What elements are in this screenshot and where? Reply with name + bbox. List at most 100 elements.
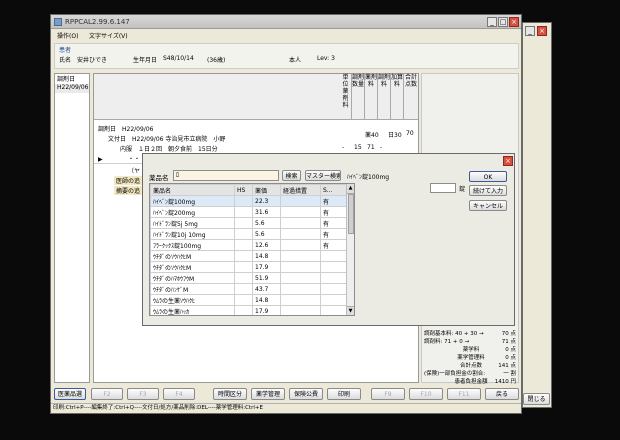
- table-row[interactable]: ｳﾁﾀﾞのﾊﾏﾎｳﾌｳM 51.9: [150, 272, 347, 284]
- table-cell: ﾊｲﾄﾞﾗﾝ錠10j 10mg: [150, 228, 235, 240]
- quantity-input[interactable]: [430, 183, 456, 193]
- time-category-button[interactable]: 時間区分: [213, 388, 247, 400]
- menu-operation[interactable]: 操作(O): [57, 31, 78, 40]
- background-minimize-icon[interactable]: _: [525, 26, 535, 36]
- table-cell: [280, 305, 321, 315]
- maximize-icon[interactable]: □: [498, 17, 508, 27]
- menu-font-size[interactable]: 文字サイズ(V): [89, 31, 128, 40]
- master-search-button[interactable]: マスター検索: [305, 170, 341, 181]
- table-cell: 14.8: [252, 294, 281, 306]
- close-icon[interactable]: ×: [509, 17, 519, 27]
- patient-level: Lev: 3: [317, 55, 335, 62]
- f3-button[interactable]: F3: [127, 388, 159, 400]
- table-cell: [280, 239, 321, 251]
- scroll-down-icon[interactable]: ▼: [347, 306, 354, 315]
- patient-age: (36歳): [207, 57, 226, 64]
- table-cell: [234, 239, 253, 251]
- drug-table: 薬品名 HS 薬価 経過措置 S... ﾊｲﾍﾞﾝ錠100mg 22.3 有ﾊｲﾍﾞ…: [150, 184, 347, 315]
- scroll-thumb[interactable]: [348, 194, 354, 234]
- summary-row: 患者負担金額 1410 円: [454, 379, 516, 385]
- table-row[interactable]: ｳﾑﾗの生薬ﾊｯｶ 17.9: [150, 305, 347, 315]
- table-row[interactable]: ｳﾁﾀﾞのｿｳﾊｸﾋM 17.9: [150, 261, 347, 273]
- summary-row: 調剤料: 71 + 0 → 71 点: [424, 339, 516, 345]
- table-cell: [280, 250, 321, 262]
- header-hs[interactable]: HS: [234, 184, 253, 196]
- pharma-management-button[interactable]: 薬学管理: [251, 388, 285, 400]
- header-transition[interactable]: 経過措置: [280, 184, 321, 196]
- results-scrollbar[interactable]: ▲ ▼: [346, 184, 354, 315]
- table-cell: ｳﾁﾀﾞのﾊﾝｹﾞM: [150, 283, 235, 295]
- col-dispense-qty: 調剤数量: [352, 74, 365, 120]
- table-cell: ｳﾁﾀﾞのｿｳﾊｸﾋM: [150, 250, 235, 262]
- scroll-up-icon[interactable]: ▲: [347, 184, 354, 194]
- drug-results-table[interactable]: 薬品名 HS 薬価 経過措置 S... ﾊｲﾍﾞﾝ錠100mg 22.3 有ﾊｲﾍﾞ…: [149, 183, 355, 316]
- table-cell: 22.3: [252, 195, 281, 207]
- table-row[interactable]: ﾊｲﾄﾞﾗﾝ錠10j 10mg 5.6 有: [150, 228, 347, 240]
- summary-row: 薬学管理料 0 点: [457, 355, 516, 361]
- search-button[interactable]: 検索: [282, 170, 301, 181]
- summary-note-tag[interactable]: 摘要の追: [114, 186, 143, 195]
- table-row[interactable]: ｳﾁﾀﾞのｿｳﾊｸﾋM 14.8: [150, 250, 347, 262]
- table-row[interactable]: ｳﾁﾀﾞのﾊﾝｹﾞM 43.7: [150, 283, 347, 295]
- summary-block: 調剤基本料: 40 + 30 → 70 点 調剤料: 71 + 0 → 71 点 薬…: [422, 329, 518, 385]
- header-s[interactable]: S...: [320, 184, 347, 196]
- ok-button[interactable]: OK: [469, 171, 507, 182]
- table-cell: [320, 294, 347, 306]
- table-cell: ｳﾑﾗの生薬ｿｳﾊｸﾋ: [150, 294, 235, 306]
- minimize-icon[interactable]: _: [487, 17, 497, 27]
- date-list-header: 調剤日: [57, 76, 76, 83]
- dialog-close-icon[interactable]: ×: [503, 156, 513, 166]
- doctor-note-tag[interactable]: 医師の追: [114, 176, 143, 185]
- function-button-bar: 医薬品選 F2 F3 F4 時間区分 薬学管理 保険公費 印刷 F9 F10 F…: [51, 387, 521, 401]
- table-row[interactable]: ﾌﾗｰｸｯｸｽ錠100mg 12.6 有: [150, 239, 347, 251]
- patient-section-label: 患者: [59, 47, 72, 54]
- background-close-icon[interactable]: ×: [537, 26, 547, 36]
- table-row[interactable]: ﾊｲﾍﾞﾝ錠200mg 31.6 有: [150, 206, 347, 218]
- rx-issue-line: 文付日 H22/09/06 寺治見市立病院 小野: [108, 136, 226, 143]
- status-bar: 印刷:Ctrl+P----編集終了:Ctrl+Q----文付日/処方/薬品削除:…: [51, 403, 521, 413]
- back-button[interactable]: 戻る: [485, 388, 519, 400]
- table-row[interactable]: ﾊｲﾄﾞﾗﾝ錠5j 5mg 5.6 有: [150, 217, 347, 229]
- table-cell: [280, 195, 321, 207]
- insurance-button[interactable]: 保険公費: [289, 388, 323, 400]
- drug-name-input[interactable]: ﾛ: [173, 170, 279, 181]
- patient-panel: 患者 氏名 安井ひでき 生年月日 S48/10/14 (36歳) 本人 Lev:…: [54, 43, 519, 69]
- rx-dosage-line[interactable]: 内服 １日２回 朝夕食前 15日分: [120, 144, 218, 153]
- table-cell: 有: [320, 206, 347, 218]
- header-drug-name[interactable]: 薬品名: [150, 184, 235, 196]
- table-cell: [280, 294, 321, 306]
- f11-button[interactable]: F11: [447, 388, 481, 400]
- continue-input-button[interactable]: 続けて入力: [469, 185, 507, 196]
- table-cell: [280, 206, 321, 218]
- table-row[interactable]: ﾊｲﾍﾞﾝ錠100mg 22.3 有: [150, 195, 347, 207]
- table-cell: [234, 206, 253, 218]
- dispense-date-list[interactable]: 調剤日 H22/09/06: [54, 73, 90, 383]
- medicine-select-button[interactable]: 医薬品選: [54, 388, 86, 400]
- date-list-item[interactable]: H22/09/06: [55, 84, 89, 93]
- f2-button[interactable]: F2: [91, 388, 123, 400]
- app-icon: [54, 18, 62, 26]
- cancel-button[interactable]: キャンセル: [469, 200, 507, 211]
- table-cell: 17.9: [252, 305, 281, 315]
- table-cell: [280, 283, 321, 295]
- summary-row: (保険)一部負担金の割合: 一 割: [424, 371, 516, 377]
- f4-button[interactable]: F4: [163, 388, 195, 400]
- table-cell: 51.9: [252, 272, 281, 284]
- header-price[interactable]: 薬価: [252, 184, 281, 196]
- print-button[interactable]: 印刷: [327, 388, 361, 400]
- table-row[interactable]: ｳﾑﾗの生薬ｿｳﾊｸﾋ 14.8: [150, 294, 347, 306]
- drug-search-dialog: × 薬品名 ﾛ 検索 マスター検索 ﾊｲﾍﾞﾝ錠100mg 錠 OK 続けて入力…: [142, 153, 515, 326]
- insured-label: 本人: [289, 57, 302, 64]
- f9-button[interactable]: F9: [371, 388, 405, 400]
- table-cell: ﾌﾗｰｸｯｸｽ錠100mg: [150, 239, 235, 251]
- close-window-button[interactable]: 閉じる: [523, 393, 550, 405]
- col-total-points: 合計点数: [404, 74, 417, 88]
- table-cell: 有: [320, 228, 347, 240]
- summary-row: 合計点数 141 点: [459, 363, 516, 369]
- table-cell: [280, 261, 321, 273]
- table-cell: ﾊｲﾍﾞﾝ錠100mg: [150, 195, 235, 207]
- rx-flag: 70: [406, 130, 414, 137]
- patient-dob: S48/10/14: [163, 55, 194, 62]
- rx-flag: 薬40: [365, 132, 379, 139]
- f10-button[interactable]: F10: [409, 388, 443, 400]
